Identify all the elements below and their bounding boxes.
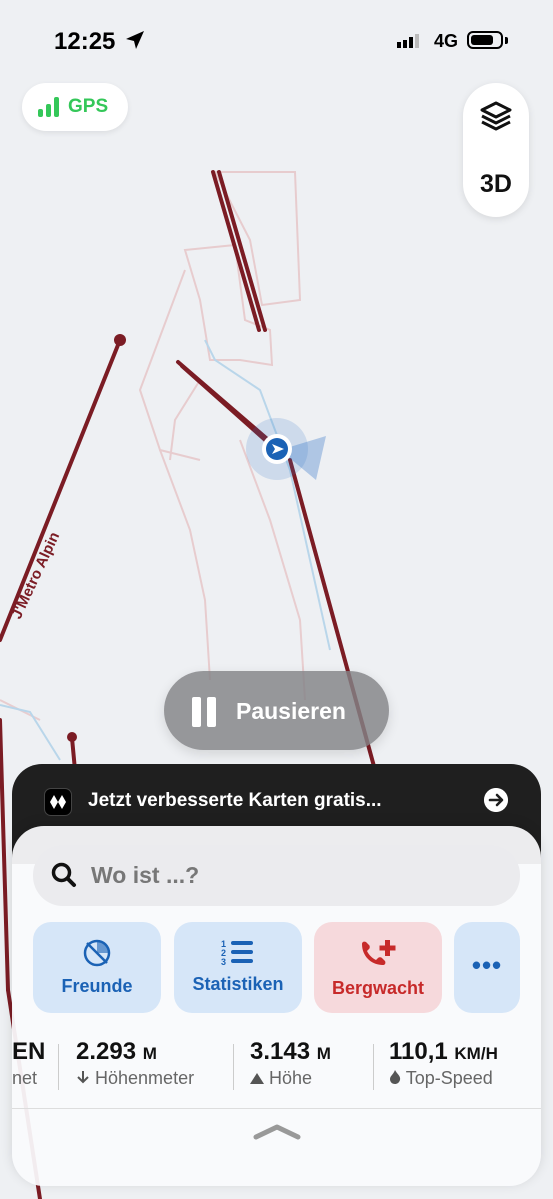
stat-partial: EN net xyxy=(12,1034,58,1094)
phone-plus-icon xyxy=(362,940,396,965)
stat-value: EN xyxy=(12,1038,46,1065)
battery-icon xyxy=(467,31,503,49)
statistics-button[interactable]: 1 2 3 Statistiken xyxy=(174,922,302,1013)
search-icon xyxy=(51,862,76,887)
more-dots-icon: ••• xyxy=(471,950,503,980)
status-bar: 12:25 4G xyxy=(0,0,553,80)
stat-altitude: 3.143 M Höhe xyxy=(250,1034,370,1094)
flame-icon xyxy=(390,1070,401,1084)
mountain-rescue-label: Bergwacht xyxy=(331,978,425,998)
banner-text: Jetzt verbesserte Karten gratis... xyxy=(88,790,382,811)
svg-text:3: 3 xyxy=(221,957,226,966)
clock: 12:25 xyxy=(54,28,116,55)
friends-radar-icon xyxy=(83,939,111,967)
pause-icon xyxy=(192,697,216,727)
network-type: 4G xyxy=(434,31,459,51)
gps-label: GPS xyxy=(68,96,109,117)
chevron-up-icon[interactable] xyxy=(252,1121,302,1141)
signal-icon xyxy=(397,34,419,48)
mountain-rescue-button[interactable]: Bergwacht xyxy=(314,922,442,1013)
app-logo-icon xyxy=(44,788,72,816)
more-button[interactable]: ••• xyxy=(454,922,520,1013)
friends-button[interactable]: Freunde xyxy=(33,922,161,1013)
arrow-right-circle-icon[interactable] xyxy=(484,788,508,812)
search-placeholder: Wo ist ...? xyxy=(91,862,200,888)
map-controls: 3D xyxy=(463,83,529,217)
battery-tip xyxy=(505,37,508,44)
mountain-icon xyxy=(250,1073,264,1084)
stat-label: Top-Speed xyxy=(405,1068,493,1088)
stat-unit: M xyxy=(316,1044,331,1063)
pause-button[interactable]: Pausieren xyxy=(164,671,389,750)
pause-label: Pausieren xyxy=(236,698,346,724)
stat-label: Höhe xyxy=(269,1068,313,1088)
stats-row[interactable]: EN net 2.293 M Höhenmeter 3.143 M Höhe 1… xyxy=(12,1034,541,1094)
friends-label: Freunde xyxy=(61,976,133,996)
sheet-divider xyxy=(12,1108,541,1109)
stat-value: 2.293 xyxy=(76,1038,137,1065)
stat-label: net xyxy=(12,1068,38,1088)
stat-unit: M xyxy=(142,1044,157,1063)
list-numbered-icon: 1 2 3 xyxy=(221,939,253,966)
layers-icon[interactable] xyxy=(479,99,513,133)
stat-vertical-meters: 2.293 M Höhenmeter xyxy=(76,1034,236,1094)
location-arrow-icon xyxy=(126,31,144,49)
stat-top-speed: 110,1 KM/H Top-Speed xyxy=(389,1034,539,1094)
toggle-3d-button[interactable]: 3D xyxy=(463,170,529,199)
arrow-down-icon xyxy=(77,1071,89,1084)
stat-value: 110,1 xyxy=(389,1038,448,1065)
gps-signal-icon xyxy=(38,97,59,117)
search-field[interactable]: Wo ist ...? xyxy=(33,845,520,906)
divider xyxy=(373,1044,374,1090)
stat-value: 3.143 xyxy=(250,1038,311,1065)
statistics-label: Statistiken xyxy=(192,974,284,994)
bottom-sheet: Wo ist ...? Freunde 1 2 3 Statistiken Be… xyxy=(12,826,541,1186)
divider xyxy=(233,1044,234,1090)
gps-status-chip[interactable]: GPS xyxy=(22,83,128,131)
stat-label: Höhenmeter xyxy=(95,1068,195,1088)
stat-unit: KM/H xyxy=(454,1044,498,1063)
divider xyxy=(58,1044,59,1090)
